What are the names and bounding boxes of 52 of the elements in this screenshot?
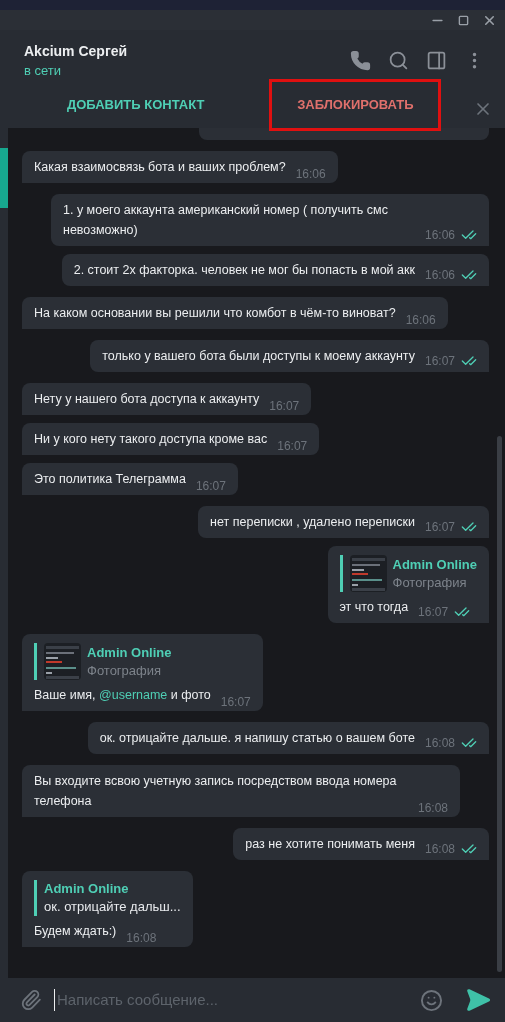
sidebar-icon[interactable] xyxy=(426,49,447,71)
message-time: 16:08 xyxy=(424,737,455,749)
reply-preview: Фотография xyxy=(87,661,163,680)
search-icon[interactable] xyxy=(388,49,409,71)
contact-status: в сети xyxy=(24,62,63,80)
message-text: Вы входите всвою учетную запись посредством ввода номера телефона xyxy=(34,773,398,810)
message-text: раз не хотите понимать меня xyxy=(245,836,415,853)
add-contact-button[interactable]: ДОБАВИТЬ КОНТАКТ xyxy=(64,79,208,131)
message-text: Ни у кого нету такого доступа кроме вас xyxy=(34,431,268,448)
reply-quote[interactable]: Admin Online Фотография xyxy=(339,555,477,592)
message-time: 16:06 xyxy=(424,269,455,281)
active-chat-marker xyxy=(0,148,8,208)
contact-name: Akcium Сергей xyxy=(24,42,129,61)
phone-icon[interactable] xyxy=(350,49,371,71)
reply-author: Admin Online xyxy=(392,555,477,574)
message-time: 16:07 xyxy=(424,355,455,367)
message-time: 16:07 xyxy=(220,696,251,708)
message-time: 16:08 xyxy=(424,843,455,855)
message-time: 16:06 xyxy=(424,229,455,241)
emoji-icon[interactable] xyxy=(420,988,443,1012)
message-time: 16:08 xyxy=(417,802,448,814)
message-time: 16:06 xyxy=(295,168,326,180)
message-text: ок. отрицайте дальше. я напишу статью о вашем боте xyxy=(99,730,415,747)
message-time: 16:07 xyxy=(424,521,455,533)
message-text: Какая взаимосвязь бота и ваших проблем? xyxy=(34,159,286,176)
reply-preview: ок. отрицайте дальш... xyxy=(44,898,181,916)
mention-link[interactable]: @username xyxy=(99,688,168,702)
reply-quote[interactable]: Admin Online Фотография xyxy=(34,643,251,680)
message-text: Это политика Телеграмма xyxy=(34,471,186,488)
message-text: На каком основании вы решили что комбот в чём-то виноват? xyxy=(34,305,396,322)
message-text: Будем ждать:) xyxy=(34,923,117,940)
reply-quote[interactable]: Admin Online ок. отрицайте дальш... xyxy=(34,880,181,916)
scrollbar[interactable] xyxy=(497,436,502,972)
message-text: нет переписки , удалено переписки xyxy=(210,514,415,531)
message-text: Нету у нашего бота доступа к аккаунту xyxy=(34,391,260,408)
message-text: Ваше имя, @username и фото xyxy=(34,687,211,704)
block-button[interactable]: ЗАБЛОКИРОВАТЬ xyxy=(269,79,442,131)
message-time: 16:07 xyxy=(277,440,308,452)
message-text: 1. у моего аккаунта американский номер ( получить смс невозможно) xyxy=(63,202,389,239)
message-text: только у вашего бота были доступы к моему аккаунту xyxy=(102,348,415,365)
message-time: 16:08 xyxy=(126,932,157,944)
attach-icon[interactable] xyxy=(20,989,42,1011)
message-time: 16:06 xyxy=(405,314,436,326)
message-time: 16:07 xyxy=(418,606,449,618)
message-time: 16:07 xyxy=(195,480,226,492)
send-icon[interactable] xyxy=(465,987,491,1013)
reply-author: Admin Online xyxy=(44,880,130,898)
message-time: 16:07 xyxy=(269,400,300,412)
message-text: 2. стоит 2х факторка. человек не мог бы попасть в мой акк xyxy=(73,262,415,279)
reply-preview: Фотография xyxy=(392,573,468,592)
reply-author: Admin Online xyxy=(87,643,172,662)
message-text: эт что тогда xyxy=(339,599,409,616)
